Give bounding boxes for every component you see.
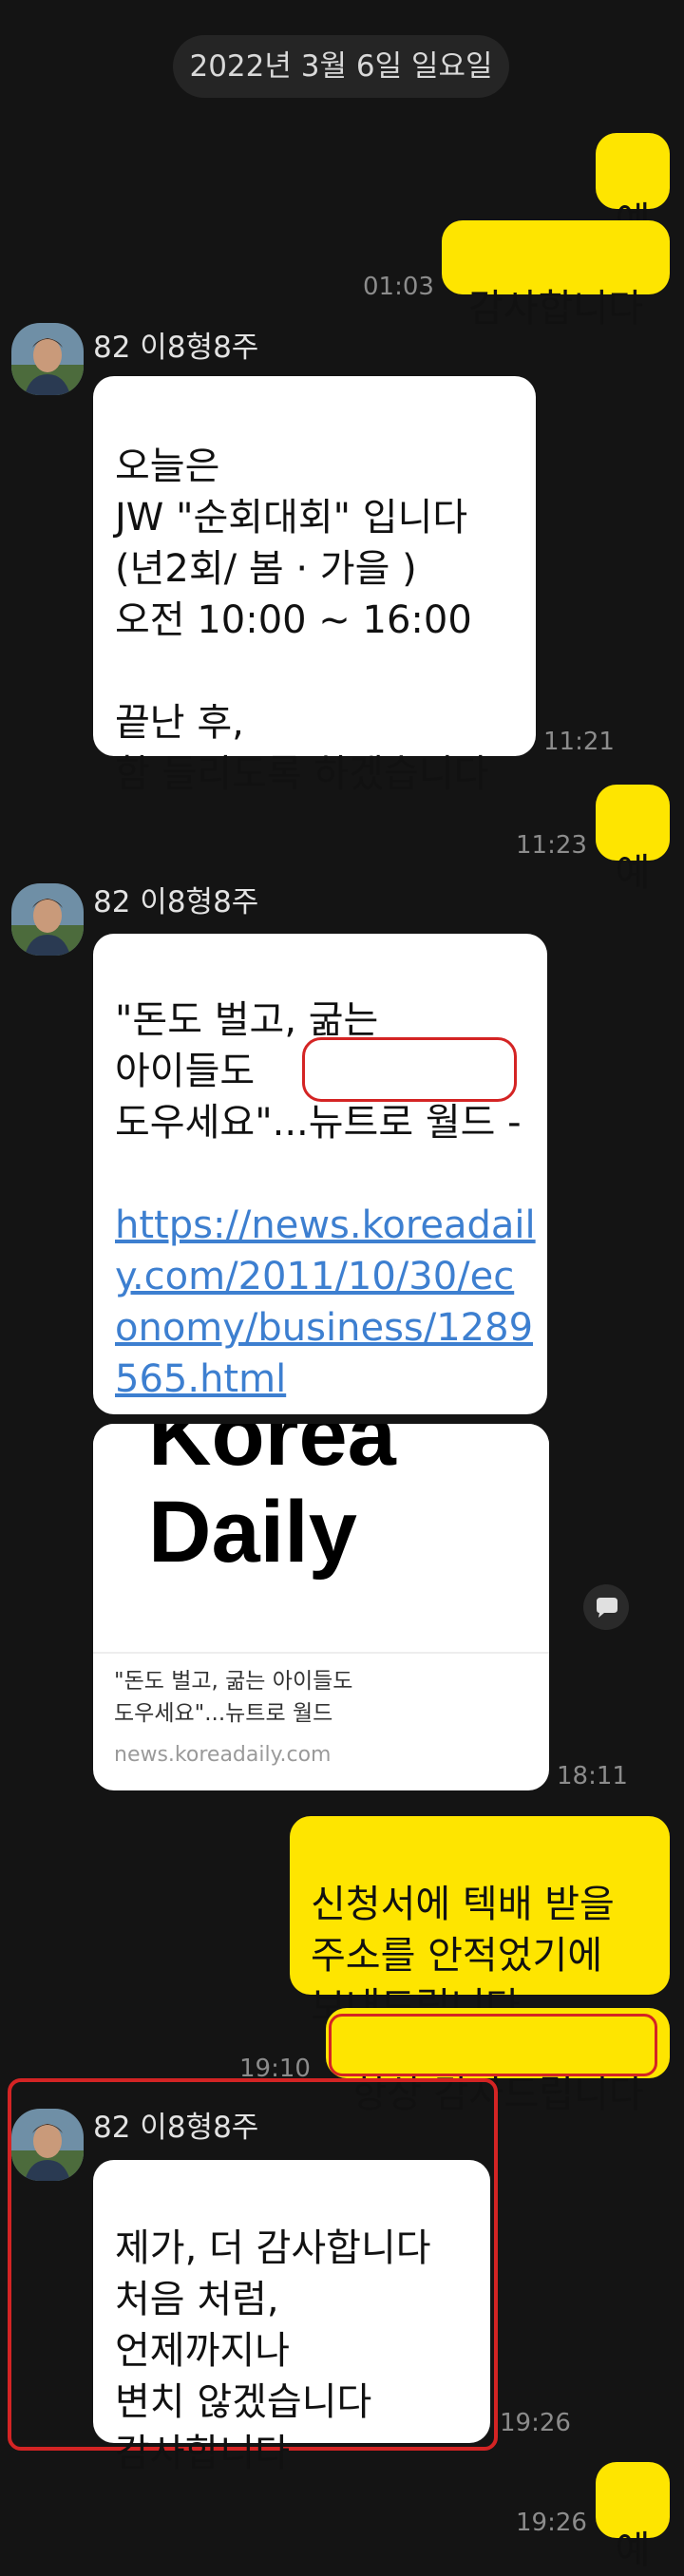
their-message-bubble[interactable]: "돈도 벌고, 굶는 아이들도 도우세요"...뉴트로 월드 - https:/… — [93, 934, 547, 1414]
message-text: 감사합니다 — [468, 287, 643, 331]
message-time: 19:26 — [500, 2409, 571, 2437]
my-message-bubble[interactable]: 감사합니다 — [442, 220, 670, 331]
message-time: 18:11 — [557, 1762, 628, 1790]
preview-domain: news.koreadaily.com — [114, 1743, 332, 1767]
message-link[interactable]: https://news.koreadaily.com/2011/10/30/e… — [115, 1203, 536, 1401]
sender-name: 82 이8형8주 — [93, 331, 259, 365]
annotation-box — [329, 2014, 657, 2076]
their-message-bubble[interactable]: 오늘은 JW "순회대회" 입니다 (년2회/ 봄 · 가을 ) 오전 10:0… — [93, 376, 536, 796]
preview-logo-line: Korea — [148, 1424, 396, 1484]
sender-avatar[interactable] — [11, 2109, 84, 2181]
message-time: 01:03 — [363, 273, 434, 301]
sender-avatar[interactable] — [11, 883, 84, 956]
message-time: 19:26 — [516, 2509, 587, 2537]
their-message-bubble[interactable]: 제가, 더 감사합니다 처음 처럼, 언제까지나 변치 않겠습니다 감사합니다 — [93, 2160, 490, 2475]
my-message-bubble[interactable]: 신청서에 텍배 받을 주소를 안적었기에 보내드립니다 — [290, 1816, 670, 2029]
my-message-bubble[interactable]: 예 — [596, 133, 670, 243]
highlighted-text: 뉴트로 월드 — [308, 1101, 496, 1145]
preview-divider — [93, 1652, 549, 1654]
message-text: 제가, 더 감사합니다 처음 처럼, 언제까지나 변치 않겠습니다 감사합니다 — [115, 2226, 431, 2475]
link-preview-card[interactable]: Korea Daily "돈도 벌고, 굶는 아이들도 도우세요"...뉴트로 … — [93, 1424, 549, 1790]
sender-name: 82 이8형8주 — [93, 885, 259, 919]
message-text: 예 — [615, 851, 651, 895]
message-text: 예 — [615, 2529, 651, 2572]
my-message-bubble[interactable]: 예 — [596, 2462, 670, 2572]
share-button[interactable] — [583, 1584, 629, 1630]
sender-avatar[interactable] — [11, 323, 84, 395]
message-time: 11:21 — [543, 728, 615, 756]
sender-name: 82 이8형8주 — [93, 2111, 259, 2145]
preview-image: Korea Daily — [93, 1424, 549, 1652]
profile-avatar-icon — [11, 2109, 84, 2181]
my-message-bubble[interactable]: 예 — [596, 785, 670, 895]
profile-avatar-icon — [11, 323, 84, 395]
profile-avatar-icon — [11, 883, 84, 956]
message-text: - — [495, 1101, 522, 1145]
date-separator: 2022년 3월 6일 일요일 — [173, 35, 509, 98]
message-time: 11:23 — [516, 831, 587, 860]
message-text: 신청서에 텍배 받을 주소를 안적었기에 보내드립니다 — [311, 1883, 615, 2029]
share-icon — [597, 1598, 618, 1618]
chat-screen: { "date_separator": "2022년 3월 6일 일요일", "… — [0, 0, 684, 2572]
message-text: 오늘은 JW "순회대회" 입니다 (년2회/ 봄 · 가을 ) 오전 10:0… — [115, 445, 489, 796]
preview-title: "돈도 벌고, 굶는 아이들도 도우세요"...뉴트로 월드 — [114, 1669, 353, 1726]
annotation-circle — [302, 1037, 517, 1102]
preview-logo-line: Daily — [148, 1484, 357, 1581]
